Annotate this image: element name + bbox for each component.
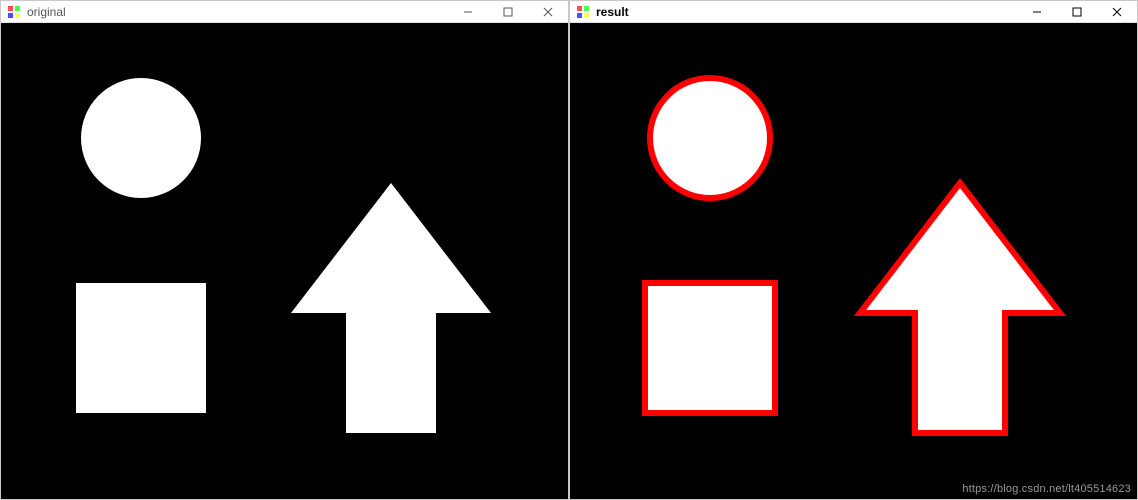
- window-result: result https://blog.csdn.net/lt405514623: [569, 0, 1138, 500]
- maximize-icon: [503, 7, 513, 17]
- close-icon: [543, 7, 553, 17]
- window-title: result: [596, 5, 629, 19]
- image-canvas-original: [1, 23, 568, 499]
- close-button[interactable]: [1097, 1, 1137, 23]
- shape-circle: [81, 78, 201, 198]
- titlebar-original[interactable]: original: [1, 1, 568, 23]
- close-icon: [1112, 7, 1122, 17]
- contour-circle: [650, 78, 770, 198]
- canvas-background: [1, 23, 568, 499]
- close-button[interactable]: [528, 1, 568, 23]
- minimize-icon: [1032, 7, 1042, 17]
- minimize-button[interactable]: [448, 1, 488, 23]
- titlebar-result[interactable]: result: [570, 1, 1137, 23]
- maximize-button[interactable]: [1057, 1, 1097, 23]
- watermark-text: https://blog.csdn.net/lt405514623: [962, 483, 1131, 495]
- shape-square: [76, 283, 206, 413]
- minimize-icon: [463, 7, 473, 17]
- app-icon: [7, 5, 21, 19]
- image-canvas-result: https://blog.csdn.net/lt405514623: [570, 23, 1137, 499]
- maximize-icon: [1072, 7, 1082, 17]
- contour-square: [645, 283, 775, 413]
- window-title: original: [27, 5, 66, 19]
- window-original: original: [0, 0, 569, 500]
- desktop: original result: [0, 0, 1138, 500]
- app-icon: [576, 5, 590, 19]
- maximize-button[interactable]: [488, 1, 528, 23]
- canvas-background: [570, 23, 1137, 499]
- minimize-button[interactable]: [1017, 1, 1057, 23]
